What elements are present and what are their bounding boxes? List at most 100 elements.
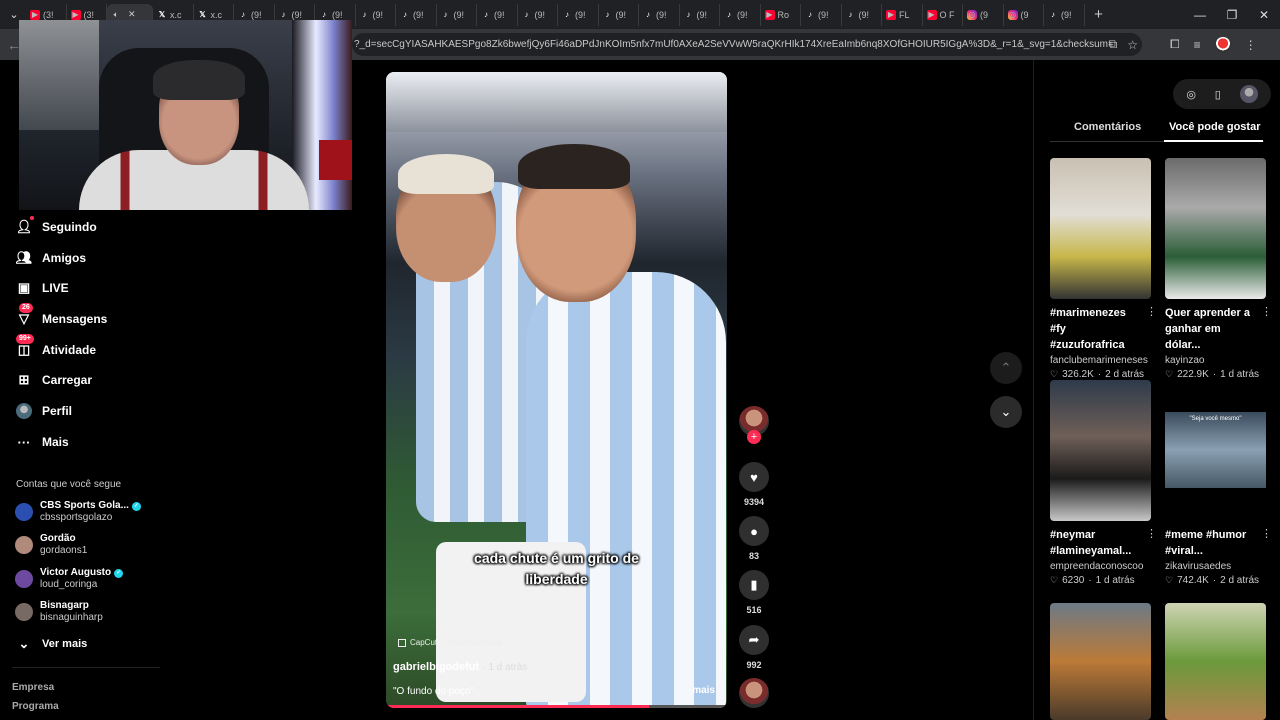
video-author[interactable]: gabrielbigodefut — [393, 661, 479, 673]
more-button[interactable]: mais — [692, 685, 715, 696]
video-thumbnail[interactable] — [1050, 380, 1151, 521]
tab-label: (9! — [494, 9, 505, 20]
browser-tab[interactable]: ◎ (9 — [963, 3, 1004, 26]
browser-tab[interactable]: ♪ (9! — [842, 3, 882, 26]
stadium-lights — [386, 72, 727, 132]
heart-outline-icon: ♡ — [1165, 369, 1174, 379]
avatar[interactable] — [1239, 85, 1258, 103]
sidebar-item-atividade[interactable]: ◫ 99+ Atividade — [16, 334, 96, 360]
creator-avatar-button[interactable]: + — [736, 406, 772, 444]
recommended-video-card[interactable]: #marimenezes #fy #zuzuforafrica ⋮ fanclu… — [1050, 158, 1157, 380]
recommended-video-card[interactable]: #neymar #lamineyamal... ⋮ empreendaconos… — [1050, 380, 1157, 586]
next-video-button[interactable]: ⌄ — [990, 396, 1022, 428]
save-button[interactable]: ▮ 516 — [736, 570, 772, 615]
card-views: 222.9K — [1177, 369, 1209, 380]
reading-list-icon[interactable]: ≡ — [1194, 38, 1201, 52]
card-menu-icon[interactable]: ⋮ — [1146, 527, 1157, 540]
browser-tab[interactable]: ▶ Ro — [761, 3, 801, 26]
video-player[interactable]: cada chute é um grito de liberdade CapCu… — [386, 72, 727, 708]
tab-label: (9! — [291, 9, 303, 20]
browser-tab[interactable]: ♪ (9! — [1044, 3, 1085, 26]
capcut-label: CapCut · Edição facilitada — [410, 638, 503, 647]
sidebar-item-mensagens[interactable]: ▽ 26 Mensagens — [16, 303, 107, 329]
card-author: zikavirusaedes — [1165, 561, 1232, 572]
browser-tab[interactable]: ♪ (9! — [477, 3, 518, 26]
tab-label: (9! — [858, 9, 870, 20]
card-menu-icon[interactable]: ⋮ — [1146, 305, 1157, 318]
browser-tab[interactable]: ♪ (9! — [599, 3, 639, 26]
tiktok-icon: ♪ — [362, 10, 367, 19]
following-account[interactable]: Gordão gordaons1 — [15, 531, 165, 559]
close-window-icon[interactable]: ✕ — [1248, 0, 1280, 29]
browser-tab[interactable]: ◎ (9 — [1004, 3, 1044, 26]
video-thumbnail[interactable] — [1165, 603, 1266, 720]
browser-tab[interactable]: ♪ (9! — [801, 3, 842, 26]
browser-tab[interactable]: ♪ (9! — [639, 3, 680, 26]
install-app-icon[interactable]: ⧉ — [1109, 37, 1118, 52]
recommended-video-card[interactable] — [1050, 603, 1151, 720]
tab-comentarios[interactable]: Comentários — [1074, 121, 1141, 133]
sidebar-item-amigos[interactable]: 👥︎ Amigos — [16, 248, 86, 268]
recommended-video-card[interactable] — [1165, 603, 1266, 720]
mobile-icon[interactable]: ▯ — [1215, 88, 1221, 101]
video-progress-bar[interactable] — [386, 705, 727, 708]
browser-tab[interactable]: ♪ (9! — [558, 3, 599, 26]
card-title: #marimenezes #fy #zuzuforafrica — [1050, 307, 1126, 351]
comment-button[interactable]: ● 83 — [736, 516, 772, 561]
avatar — [15, 503, 33, 521]
card-menu-icon[interactable]: ⋮ — [1261, 527, 1272, 540]
new-tab-plus-icon[interactable]: + — [1089, 6, 1109, 23]
sidebar-item-live[interactable]: ▣ LIVE — [16, 278, 69, 298]
video-thumbnail[interactable] — [1165, 158, 1266, 299]
video-thumbnail[interactable] — [1050, 158, 1151, 299]
following-account[interactable]: Bisnagarp bisnaguinharp — [15, 598, 165, 626]
tab-label: (9 — [980, 9, 989, 20]
browser-tab[interactable]: ♪ (9! — [437, 3, 477, 26]
live-icon: ▣ — [17, 280, 31, 295]
minimize-icon[interactable]: — — [1184, 0, 1216, 29]
video-thumbnail[interactable]: "Seja você mesmo" — [1165, 380, 1266, 521]
video-thumbnail[interactable] — [1050, 603, 1151, 720]
webcam-overlay — [19, 20, 352, 210]
follow-plus-icon[interactable]: + — [747, 430, 761, 444]
tab-voce-pode-gostar[interactable]: Você pode gostar — [1169, 121, 1260, 133]
browser-tab[interactable]: ♪ (9! — [356, 3, 396, 26]
omnibox[interactable]: ?_d=secCgYIASAHKAESPgo8Zk6bwefjQy6Fi46aD… — [352, 33, 1142, 56]
browser-tab[interactable]: ♪ (9! — [518, 3, 558, 26]
browser-tab[interactable]: ▶ O F — [923, 3, 963, 26]
instagram-icon: ◎ — [967, 9, 977, 20]
bookmark-star-icon[interactable]: ☆ — [1127, 38, 1138, 52]
following-account[interactable]: Victor Augusto ✓ loud_coringa — [15, 565, 165, 593]
see-more-button[interactable]: ⌄ Ver mais — [16, 634, 88, 654]
url-text[interactable]: ?_d=secCgYIASAHKAESPgo8Zk6bwefjQy6Fi46aD… — [354, 39, 1114, 50]
like-button[interactable]: ♥ 9394 — [736, 462, 772, 507]
browser-tab[interactable]: ♪ (9! — [680, 3, 720, 26]
sidebar-item-mais[interactable]: ··· Mais — [16, 432, 69, 452]
following-account[interactable]: CBS Sports Gola... ✓ cbssportsgolazo — [15, 498, 165, 526]
sidebar-item-carregar[interactable]: ⊞ Carregar — [16, 370, 92, 390]
footer-link-empresa[interactable]: Empresa — [12, 682, 54, 693]
share-button[interactable]: ➦ 992 — [736, 625, 772, 670]
footer-link-programa[interactable]: Programa — [12, 701, 59, 712]
card-menu-icon[interactable]: ⋮ — [1261, 305, 1272, 318]
compass-icon[interactable]: ◎ — [1186, 88, 1196, 101]
tab-close-icon[interactable]: ✕ — [128, 9, 136, 20]
sidebar-item-seguindo[interactable]: 👤︎ Seguindo — [16, 216, 97, 237]
extensions-puzzle-icon[interactable]: ⧠ — [1170, 37, 1180, 52]
browser-tab[interactable]: ♪ (9! — [720, 3, 761, 26]
heart-outline-icon: ♡ — [1050, 575, 1059, 585]
browser-menu-icon[interactable]: ⋮ — [1245, 38, 1257, 52]
browser-tab[interactable]: ▶ FL — [882, 3, 923, 26]
music-avatar[interactable] — [736, 678, 772, 708]
previous-video-button[interactable]: ⌃ — [990, 352, 1022, 384]
instagram-icon: ◎ — [1007, 9, 1018, 20]
browser-profile-avatar[interactable] — [1214, 36, 1231, 53]
recommended-video-card[interactable]: Quer aprender a ganhar em dólar... ⋮ kay… — [1165, 158, 1272, 380]
capcut-icon — [398, 638, 406, 647]
browser-tab[interactable]: ♪ (9! — [396, 3, 437, 26]
recommended-video-card[interactable]: "Seja você mesmo" #meme #humor #viral...… — [1165, 380, 1272, 586]
tab-label: (9! — [696, 9, 708, 20]
restore-icon[interactable]: ❐ — [1216, 0, 1248, 29]
capcut-link[interactable]: CapCut · Edição facilitada — [398, 638, 503, 647]
sidebar-item-perfil[interactable]: Perfil — [16, 401, 72, 421]
